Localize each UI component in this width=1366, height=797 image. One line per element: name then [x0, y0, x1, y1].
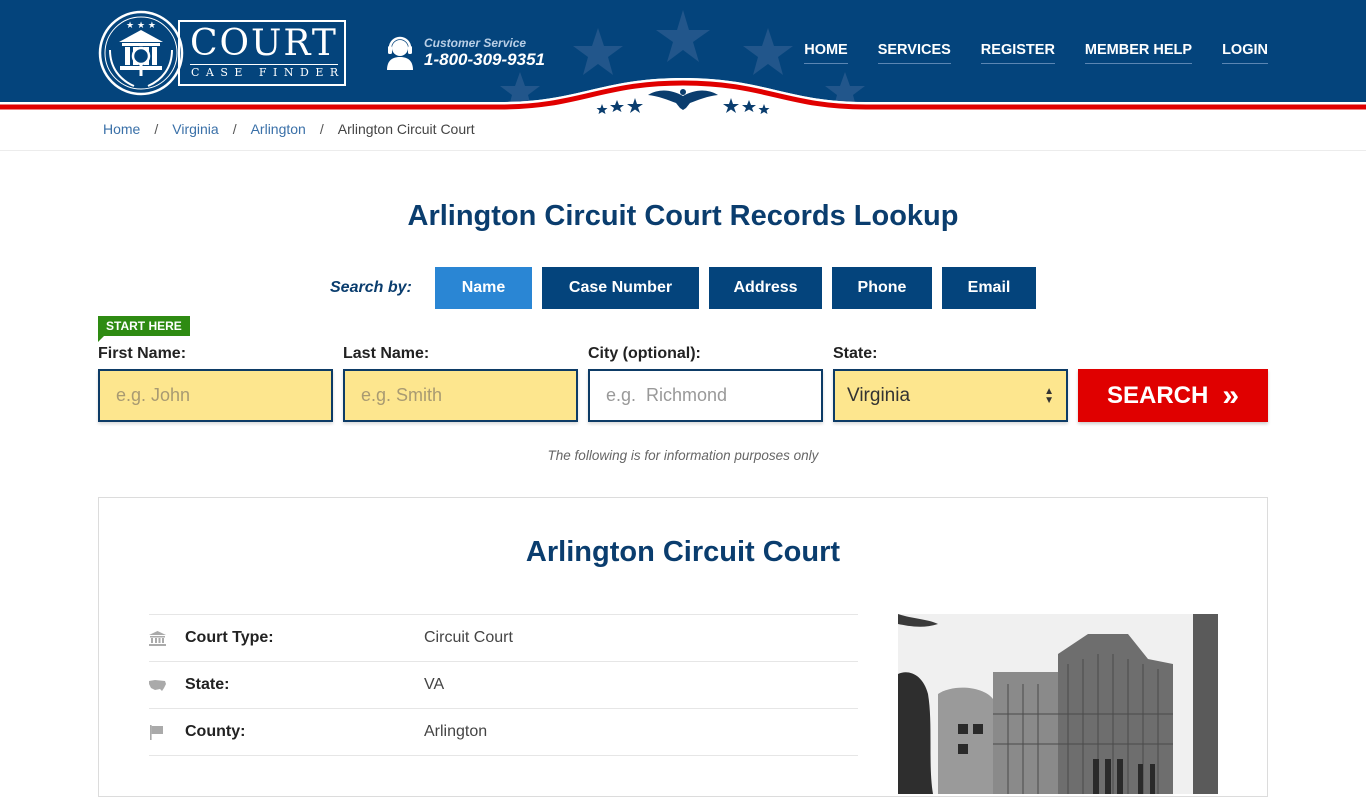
nav-member-help[interactable]: MEMBER HELP — [1084, 42, 1193, 64]
breadcrumb: Home / Virginia / Arlington / Arlington … — [103, 121, 475, 137]
city-label: City (optional): — [588, 345, 701, 362]
breadcrumb-separator: / — [154, 121, 159, 137]
customer-service-label: Customer Service — [424, 36, 527, 50]
detail-label: State: — [185, 676, 230, 693]
courthouse-icon — [149, 630, 185, 646]
court-details: Court Type: Circuit Court State: VA Coun… — [149, 614, 858, 756]
tab-name[interactable]: Name — [435, 267, 532, 309]
site-header: ★ ★ ★ COURT CASE FINDER Customer Service… — [0, 0, 1366, 114]
court-title: Arlington Circuit Court — [525, 536, 841, 568]
detail-label: Court Type: — [185, 629, 274, 646]
breadcrumb-separator: / — [232, 121, 237, 137]
start-here-badge: START HERE — [98, 316, 190, 342]
search-by-tabs: Search by: Name Case Number Address Phon… — [330, 267, 1046, 309]
double-chevron-right-icon: » — [1222, 378, 1240, 412]
breadcrumb-separator: / — [319, 121, 324, 137]
nav-login[interactable]: LOGIN — [1222, 42, 1268, 64]
search-button-label: SEARCH — [1106, 381, 1209, 409]
court-card: Arlington Circuit Court Court Type: Circ… — [98, 497, 1268, 797]
detail-value: Arlington — [424, 723, 488, 740]
customer-service-phone[interactable]: 1-800-309-9351 — [424, 50, 545, 70]
headset-icon — [387, 36, 413, 70]
city-input[interactable] — [588, 369, 823, 422]
breadcrumb-current: Arlington Circuit Court — [337, 121, 475, 137]
tab-address[interactable]: Address — [709, 267, 822, 309]
nav-register[interactable]: REGISTER — [980, 42, 1055, 64]
tab-email[interactable]: Email — [942, 267, 1036, 309]
detail-value: Circuit Court — [424, 629, 513, 646]
logo-subtitle: CASE FINDER — [191, 66, 345, 79]
detail-value: VA — [424, 676, 445, 693]
state-select[interactable]: Virginia ▲ ▼ — [833, 369, 1068, 422]
logo[interactable]: ★ ★ ★ COURT CASE FINDER — [98, 10, 348, 96]
courthouse-photo — [898, 614, 1218, 794]
page-title: Arlington Circuit Court Records Lookup — [407, 200, 959, 232]
select-arrows-icon: ▲ ▼ — [1044, 385, 1054, 406]
us-map-icon — [149, 679, 185, 692]
courthouse-logo-icon: ★ ★ ★ — [98, 10, 184, 96]
search-by-label: Search by: — [330, 279, 412, 296]
disclaimer: The following is for information purpose… — [547, 448, 819, 463]
detail-row: County: Arlington — [149, 709, 858, 756]
nav-services[interactable]: SERVICES — [877, 42, 951, 64]
breadcrumb-arlington[interactable]: Arlington — [251, 121, 306, 137]
breadcrumb-home[interactable]: Home — [103, 121, 140, 137]
state-select-value: Virginia — [847, 384, 911, 406]
tab-phone[interactable]: Phone — [832, 267, 932, 309]
divider — [0, 150, 1366, 151]
first-name-input[interactable] — [98, 369, 333, 422]
star-decoration — [743, 28, 793, 75]
first-name-label: First Name: — [98, 345, 187, 362]
logo-title: COURT — [190, 23, 338, 64]
tab-case-number[interactable]: Case Number — [542, 267, 699, 309]
last-name-input[interactable] — [343, 369, 578, 422]
breadcrumb-virginia[interactable]: Virginia — [172, 121, 218, 137]
flag-icon — [149, 724, 185, 740]
detail-label: County: — [185, 723, 246, 740]
star-decoration — [656, 10, 710, 62]
detail-row: Court Type: Circuit Court — [149, 615, 858, 662]
main-nav: HOME SERVICES REGISTER MEMBER HELP LOGIN — [804, 42, 1268, 64]
nav-home[interactable]: HOME — [804, 42, 848, 64]
svg-text:★ ★ ★: ★ ★ ★ — [126, 21, 156, 31]
detail-row: State: VA — [149, 662, 858, 709]
star-decoration — [573, 28, 623, 75]
search-button[interactable]: SEARCH » — [1078, 369, 1268, 422]
last-name-label: Last Name: — [343, 345, 430, 362]
state-label: State: — [833, 345, 878, 362]
